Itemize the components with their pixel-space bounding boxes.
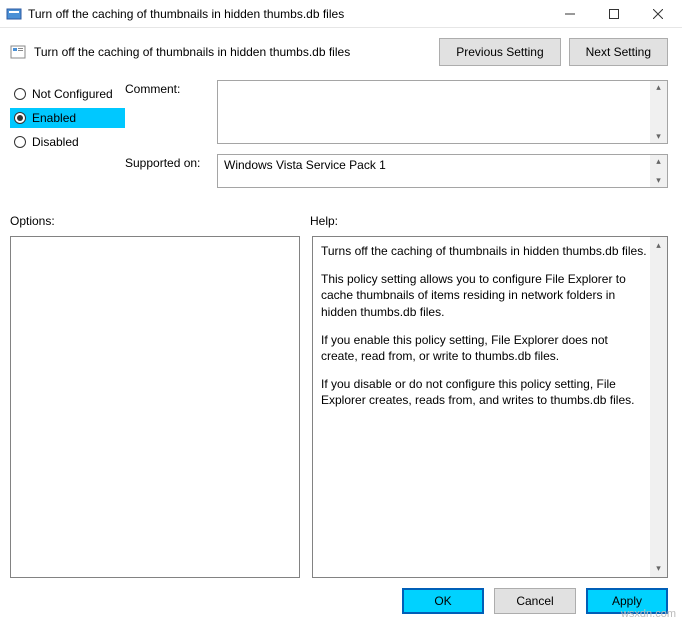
- footer: OK Cancel Apply: [0, 578, 682, 622]
- scrollbar[interactable]: ▴ ▾: [650, 237, 667, 577]
- panes: Turns off the caching of thumbnails in h…: [0, 232, 682, 578]
- scrollbar[interactable]: ▴ ▾: [650, 155, 667, 187]
- next-setting-button[interactable]: Next Setting: [569, 38, 668, 66]
- help-paragraph: If you enable this policy setting, File …: [321, 332, 647, 364]
- comment-input[interactable]: ▴ ▾: [217, 80, 668, 144]
- cancel-button[interactable]: Cancel: [494, 588, 576, 614]
- close-button[interactable]: [636, 0, 680, 28]
- titlebar: Turn off the caching of thumbnails in hi…: [0, 0, 682, 28]
- supported-on-value: Windows Vista Service Pack 1: [218, 155, 667, 175]
- state-radios: Not Configured Enabled Disabled: [10, 80, 125, 198]
- help-paragraph: If you disable or do not configure this …: [321, 376, 647, 408]
- radio-label: Not Configured: [32, 87, 113, 101]
- radio-circle-icon: [14, 88, 26, 100]
- help-label: Help:: [310, 214, 668, 228]
- ok-button[interactable]: OK: [402, 588, 484, 614]
- radio-disabled[interactable]: Disabled: [10, 132, 125, 152]
- scroll-up-icon: ▴: [656, 237, 661, 254]
- header: Turn off the caching of thumbnails in hi…: [0, 28, 682, 74]
- scroll-down-icon: ▾: [656, 174, 661, 187]
- fields: Comment: ▴ ▾ Supported on: Windows Vista…: [125, 80, 668, 198]
- window-title: Turn off the caching of thumbnails in hi…: [28, 7, 548, 21]
- policy-icon: [10, 44, 26, 60]
- section-labels: Options: Help:: [0, 202, 682, 232]
- help-paragraph: This policy setting allows you to config…: [321, 271, 647, 320]
- help-pane: Turns off the caching of thumbnails in h…: [312, 236, 668, 578]
- radio-not-configured[interactable]: Not Configured: [10, 84, 125, 104]
- radio-enabled[interactable]: Enabled: [10, 108, 125, 128]
- scroll-up-icon: ▴: [656, 155, 661, 168]
- watermark: wsxdn.com: [621, 608, 676, 620]
- maximize-button[interactable]: [592, 0, 636, 28]
- radio-circle-icon: [14, 112, 26, 124]
- help-content: Turns off the caching of thumbnails in h…: [313, 237, 667, 427]
- options-pane: [10, 236, 300, 578]
- dialog-window: Turn off the caching of thumbnails in hi…: [0, 0, 682, 622]
- config-area: Not Configured Enabled Disabled Comment:…: [0, 74, 682, 202]
- help-paragraph: Turns off the caching of thumbnails in h…: [321, 243, 647, 259]
- supported-on-label: Supported on:: [125, 154, 217, 188]
- scroll-down-icon: ▾: [656, 130, 661, 143]
- minimize-button[interactable]: [548, 0, 592, 28]
- radio-label: Disabled: [32, 135, 79, 149]
- supported-on-field: Windows Vista Service Pack 1 ▴ ▾: [217, 154, 668, 188]
- scrollbar[interactable]: ▴ ▾: [650, 81, 667, 143]
- comment-value: [218, 81, 667, 87]
- scroll-up-icon: ▴: [656, 81, 661, 94]
- policy-title: Turn off the caching of thumbnails in hi…: [34, 45, 431, 59]
- previous-setting-button[interactable]: Previous Setting: [439, 38, 560, 66]
- app-icon: [6, 6, 22, 22]
- scroll-down-icon: ▾: [656, 560, 661, 577]
- options-label: Options:: [10, 214, 310, 228]
- radio-circle-icon: [14, 136, 26, 148]
- comment-label: Comment:: [125, 80, 217, 144]
- radio-label: Enabled: [32, 111, 76, 125]
